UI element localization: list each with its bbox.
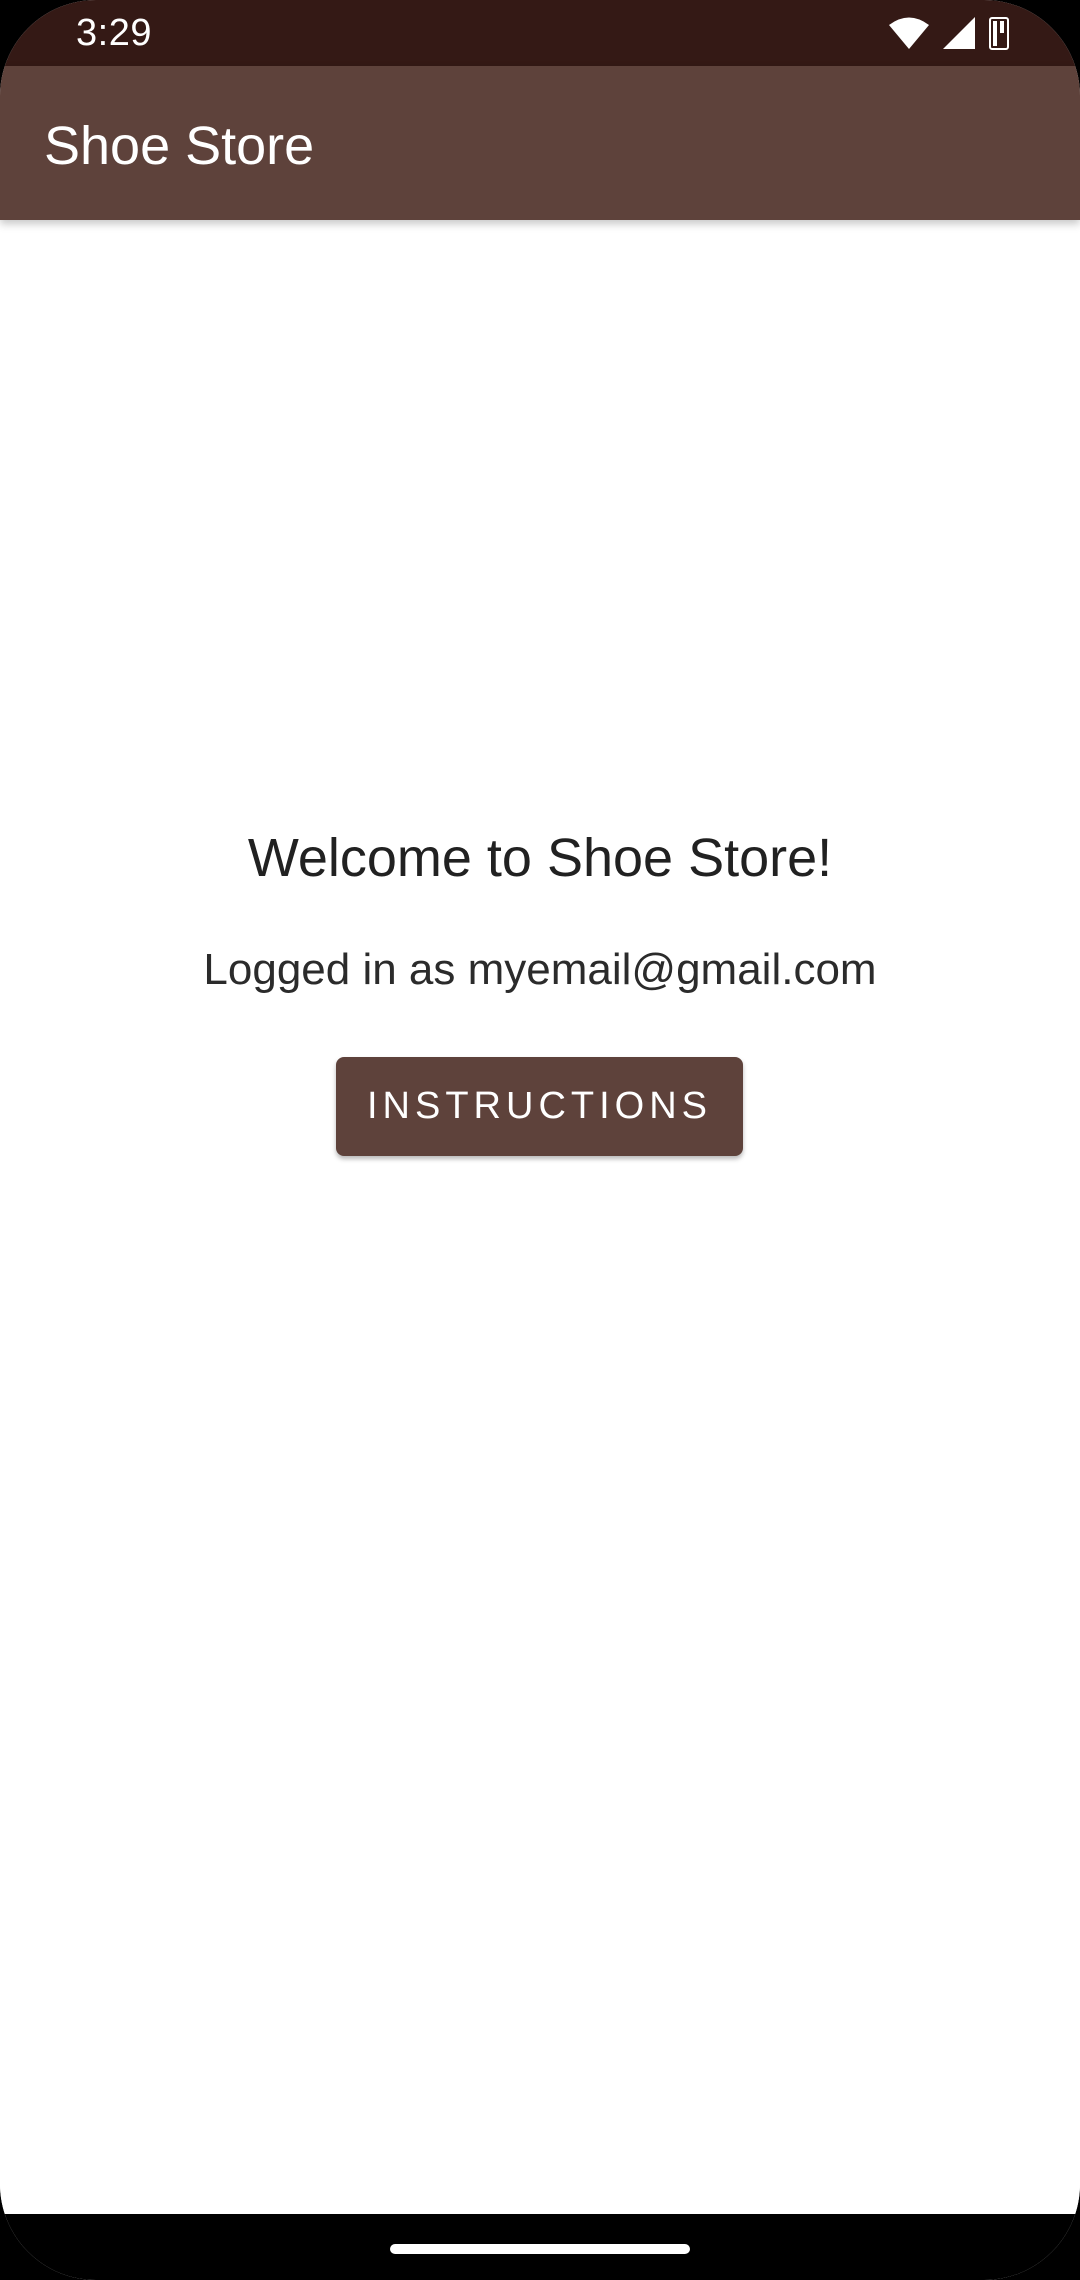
navigation-bar xyxy=(0,2214,1080,2280)
home-gesture-handle[interactable] xyxy=(390,2244,690,2254)
cellular-signal-icon xyxy=(942,16,976,50)
app-bar: Shoe Store xyxy=(0,66,1080,220)
battery-icon xyxy=(988,16,1010,50)
status-icons xyxy=(888,16,1010,50)
instructions-button[interactable]: INSTRUCTIONS xyxy=(336,1057,743,1156)
status-time: 3:29 xyxy=(76,12,152,54)
welcome-screen xyxy=(0,220,1080,2214)
app-title: Shoe Store xyxy=(44,116,315,176)
wifi-icon xyxy=(888,16,930,50)
device-screen: 3:29 Shoe Store Welcome to Shoe Store! L… xyxy=(0,0,1080,2280)
welcome-title: Welcome to Shoe Store! xyxy=(247,828,833,888)
logged-in-text: Logged in as myemail@gmail.com xyxy=(203,945,877,994)
status-bar: 3:29 xyxy=(0,0,1080,66)
